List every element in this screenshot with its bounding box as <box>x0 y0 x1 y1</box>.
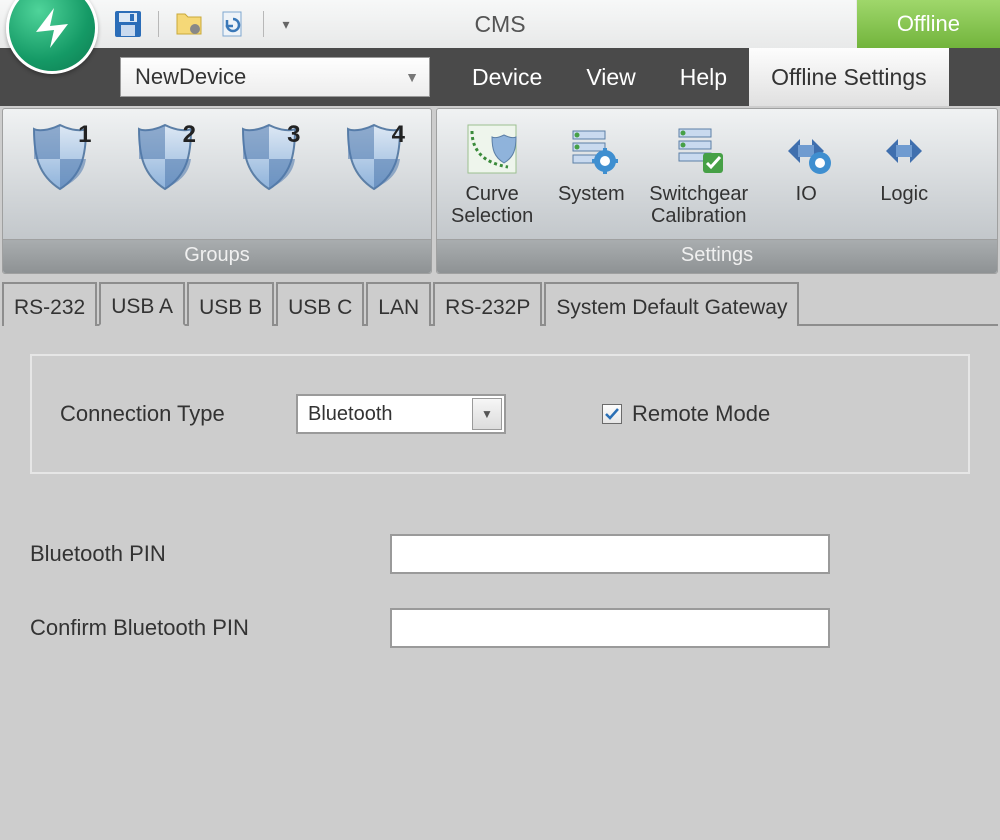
check-icon <box>604 406 620 422</box>
connection-status[interactable]: Offline <box>856 0 1000 48</box>
ribbon-button-label: Curve Selection <box>451 183 533 227</box>
remote-mode-label: Remote Mode <box>632 401 770 427</box>
dropdown-button[interactable]: ▼ <box>472 398 502 430</box>
connection-type-value: Bluetooth <box>308 403 393 426</box>
lightning-icon <box>24 0 80 56</box>
ribbon-button-switchgear-calibration[interactable]: Switchgear Calibration <box>649 121 748 227</box>
tab-system-default-gateway[interactable]: System Default Gateway <box>544 282 799 326</box>
confirm-pin-label: Confirm Bluetooth PIN <box>30 615 390 641</box>
group-number: 3 <box>287 121 300 149</box>
save-button[interactable] <box>110 6 146 42</box>
tab-usb-c[interactable]: USB C <box>276 282 364 326</box>
tab-usb-a[interactable]: USB A <box>99 282 185 326</box>
bluetooth-pin-label: Bluetooth PIN <box>30 541 390 567</box>
ribbon-button-io[interactable]: IO <box>766 121 846 205</box>
quick-access-toolbar: ▾ <box>110 6 296 42</box>
chevron-down-icon: ▼ <box>405 69 419 85</box>
ribbon-button-curve-selection[interactable]: Curve Selection <box>451 121 533 227</box>
ribbon-button-label: System <box>558 183 625 205</box>
ribbon-group-groups: 1 2 3 4 Groups <box>2 108 432 274</box>
group-shield-1[interactable]: 1 <box>17 121 104 211</box>
switchgear-calibration-icon <box>671 121 727 177</box>
tab-lan[interactable]: LAN <box>366 282 431 326</box>
separator <box>263 11 264 37</box>
connection-tabs: RS-232USB AUSB BUSB CLANRS-232PSystem De… <box>2 280 998 326</box>
connection-type-label: Connection Type <box>60 401 260 427</box>
menu-item-device[interactable]: Device <box>450 48 564 106</box>
ribbon-group-settings: Curve Selection System Switchgear Calibrat… <box>436 108 998 274</box>
ribbon-button-label: Switchgear Calibration <box>649 183 748 227</box>
bluetooth-pin-row: Bluetooth PIN <box>30 534 970 574</box>
title-bar: ▾ CMS Offline <box>0 0 1000 48</box>
ribbon: 1 2 3 4 Groups Curve Selection System Switchg… <box>0 106 1000 274</box>
group-shield-2[interactable]: 2 <box>122 121 209 211</box>
tab-rs-232[interactable]: RS-232 <box>2 282 97 326</box>
separator <box>158 11 159 37</box>
refresh-doc-button[interactable] <box>215 6 251 42</box>
ribbon-button-label: Logic <box>880 183 928 205</box>
chevron-down-icon: ▾ <box>282 16 289 33</box>
logic-icon <box>876 121 932 177</box>
remote-mode-checkbox[interactable]: Remote Mode <box>602 401 770 427</box>
tab-rs-232p[interactable]: RS-232P <box>433 282 542 326</box>
ribbon-button-label: IO <box>796 183 817 205</box>
confirm-pin-row: Confirm Bluetooth PIN <box>30 608 970 648</box>
form-panel: Connection Type Bluetooth ▼ Remote Mode … <box>0 326 1000 710</box>
folder-gear-icon <box>174 9 204 39</box>
floppy-disk-icon <box>113 9 143 39</box>
checkbox-box <box>602 404 622 424</box>
document-refresh-icon <box>218 9 248 39</box>
device-selector-value: NewDevice <box>135 64 246 90</box>
group-shield-3[interactable]: 3 <box>226 121 313 211</box>
group-shield-4[interactable]: 4 <box>331 121 418 211</box>
system-icon <box>563 121 619 177</box>
menu-item-offline-settings[interactable]: Offline Settings <box>749 48 949 106</box>
group-number: 1 <box>78 121 91 149</box>
device-selector[interactable]: NewDevice ▼ <box>120 57 430 97</box>
confirm-pin-input[interactable] <box>390 608 830 648</box>
bluetooth-pin-input[interactable] <box>390 534 830 574</box>
menu-item-help[interactable]: Help <box>658 48 749 106</box>
chevron-down-icon: ▼ <box>481 407 493 421</box>
curve-selection-icon <box>464 121 520 177</box>
ribbon-button-system[interactable]: System <box>551 121 631 205</box>
menu-item-view[interactable]: View <box>564 48 657 106</box>
io-icon <box>778 121 834 177</box>
menu-bar: NewDevice ▼ DeviceViewHelpOffline Settin… <box>0 48 1000 106</box>
connection-fieldset: Connection Type Bluetooth ▼ Remote Mode <box>30 354 970 474</box>
ribbon-button-logic[interactable]: Logic <box>864 121 944 205</box>
group-number: 4 <box>392 121 405 149</box>
group-number: 2 <box>183 121 196 149</box>
connection-type-select[interactable]: Bluetooth ▼ <box>296 394 506 434</box>
ribbon-group-label: Groups <box>3 239 431 273</box>
ribbon-group-label: Settings <box>437 239 997 273</box>
qat-dropdown[interactable]: ▾ <box>276 6 296 42</box>
folder-config-button[interactable] <box>171 6 207 42</box>
tab-usb-b[interactable]: USB B <box>187 282 274 326</box>
